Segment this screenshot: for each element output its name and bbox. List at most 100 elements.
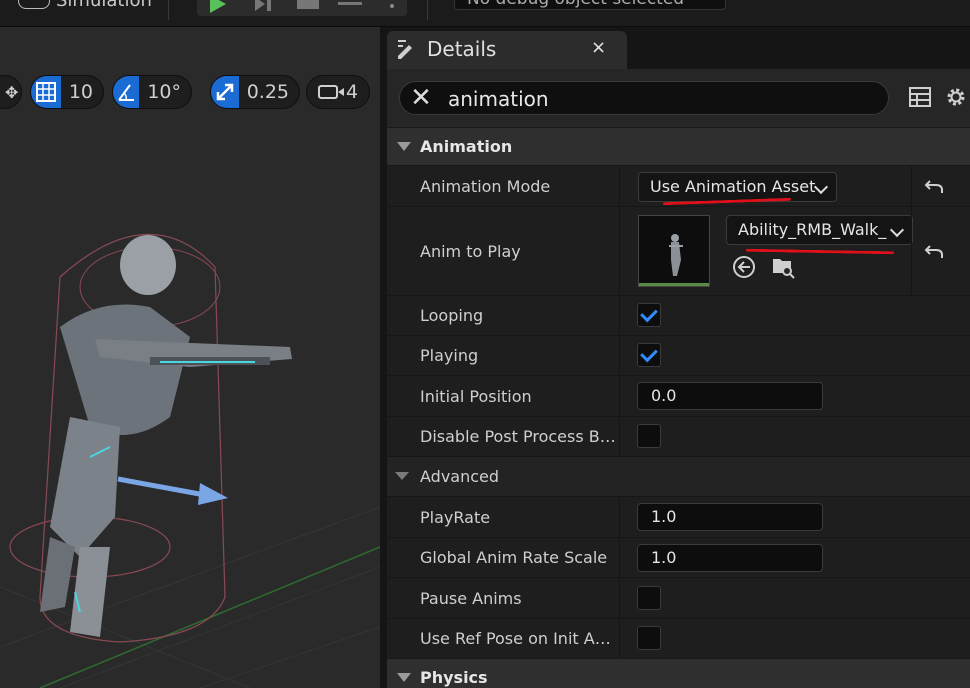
dropdown-value: Use Animation Asset xyxy=(650,177,816,196)
details-tab[interactable]: Details × xyxy=(387,31,627,69)
clear-search-icon[interactable]: ✕ xyxy=(408,84,434,112)
property-row-initial-position: Initial Position 0.0 xyxy=(387,375,970,416)
play-rate-field[interactable]: 1.0 xyxy=(637,503,823,531)
property-row-anim-to-play: Anim to Play Ability_RMB_Walk_ xyxy=(387,206,970,295)
category-advanced[interactable]: Advanced xyxy=(387,456,970,496)
close-icon[interactable]: × xyxy=(591,37,606,58)
animation-thumbnail[interactable] xyxy=(638,215,710,287)
column-divider xyxy=(911,166,912,206)
table-view-icon[interactable] xyxy=(909,87,931,107)
property-label: Initial Position xyxy=(420,387,532,406)
camera-speed-button[interactable]: 4 xyxy=(306,75,370,109)
category-animation[interactable]: Animation xyxy=(387,127,970,165)
grid-snap-value: 10 xyxy=(68,81,93,103)
property-row-disable-post-process: Disable Post Process Blue... xyxy=(387,416,970,456)
rotation-snap-button[interactable]: 10° xyxy=(112,75,192,109)
viewport[interactable]: ✥ 10 10° 0.25 4 xyxy=(0,27,380,688)
property-row-global-anim-rate-scale: Global Anim Rate Scale 1.0 xyxy=(387,537,970,577)
scale-icon xyxy=(211,76,239,108)
column-divider xyxy=(619,538,620,577)
column-divider xyxy=(911,207,912,295)
property-row-animation-mode: Animation Mode Use Animation Asset xyxy=(387,165,970,206)
red-annotation-underline xyxy=(745,248,895,255)
play-icon[interactable] xyxy=(210,0,226,13)
details-panel: ✕ Animation Animation Mode Use Animation… xyxy=(387,69,970,688)
chevron-down-icon xyxy=(889,222,905,238)
category-physics[interactable]: Physics xyxy=(387,658,970,688)
column-divider xyxy=(619,207,620,295)
global-anim-rate-scale-field[interactable]: 1.0 xyxy=(637,544,823,572)
reset-to-default-icon[interactable] xyxy=(924,179,944,195)
toolbar-divider xyxy=(427,0,428,20)
property-row-play-rate: PlayRate 1.0 xyxy=(387,496,970,537)
scale-snap-value: 0.25 xyxy=(246,81,289,103)
category-label: Animation xyxy=(420,137,513,156)
column-divider xyxy=(619,619,620,658)
expand-triangle-icon xyxy=(397,673,411,682)
pause-anims-checkbox[interactable] xyxy=(637,586,661,610)
reset-to-default-icon[interactable] xyxy=(924,244,944,260)
grid-icon xyxy=(31,76,61,108)
simulation-icon xyxy=(18,0,50,9)
property-label: Looping xyxy=(420,306,484,325)
toolbar-divider xyxy=(168,0,169,20)
column-divider xyxy=(619,578,620,618)
character-preview xyxy=(9,233,292,643)
initial-position-field[interactable]: 0.0 xyxy=(637,382,823,410)
property-row-pause-anims: Pause Anims xyxy=(387,577,970,618)
character-thumbnail-image xyxy=(669,234,683,276)
scale-snap-button[interactable]: 0.25 xyxy=(210,75,300,109)
category-label: Physics xyxy=(420,668,488,687)
playing-checkbox[interactable] xyxy=(637,343,661,367)
simulation-label: Simulation xyxy=(56,0,152,11)
angle-icon xyxy=(113,76,140,108)
use-selected-asset-icon[interactable] xyxy=(732,255,756,279)
property-label: Pause Anims xyxy=(420,589,522,608)
category-label: Advanced xyxy=(420,467,500,486)
column-divider xyxy=(619,417,620,456)
property-label: Disable Post Process Blue... xyxy=(420,427,618,446)
column-divider xyxy=(619,376,620,416)
step-frame-icon[interactable] xyxy=(255,0,277,11)
disable-post-process-checkbox[interactable] xyxy=(637,424,661,448)
column-divider xyxy=(619,296,620,335)
animation-mode-dropdown[interactable]: Use Animation Asset xyxy=(638,172,837,202)
gear-icon[interactable] xyxy=(944,85,968,109)
camera-icon xyxy=(317,85,344,99)
expand-triangle-icon xyxy=(395,472,409,480)
property-label: Anim to Play xyxy=(420,242,521,261)
property-label: PlayRate xyxy=(420,508,491,527)
top-toolbar: Simulation No debug object selected xyxy=(0,0,970,27)
column-divider xyxy=(619,166,620,206)
stop-icon[interactable] xyxy=(297,0,319,9)
eject-icon[interactable] xyxy=(338,2,362,5)
browse-asset-icon[interactable] xyxy=(771,255,795,279)
simulation-mode-button[interactable]: Simulation xyxy=(18,0,152,11)
grid-snap-button[interactable]: 10 xyxy=(30,75,104,109)
chevron-down-icon xyxy=(813,179,829,195)
property-label: Playing xyxy=(420,346,479,365)
column-divider xyxy=(619,497,620,537)
debug-object-dropdown[interactable]: No debug object selected xyxy=(454,0,726,10)
details-title: Details xyxy=(427,37,497,61)
property-label: Global Anim Rate Scale xyxy=(420,548,608,567)
property-row-playing: Playing xyxy=(387,335,970,375)
anim-asset-dropdown[interactable]: Ability_RMB_Walk_ xyxy=(726,215,913,245)
search-input[interactable] xyxy=(446,85,870,113)
expand-triangle-icon xyxy=(397,142,411,151)
rotation-snap-value: 10° xyxy=(147,81,181,103)
pencil-icon xyxy=(398,40,412,59)
more-options-icon[interactable] xyxy=(390,4,394,8)
dropdown-value: Ability_RMB_Walk_ xyxy=(738,220,887,239)
column-divider xyxy=(619,336,620,375)
use-ref-pose-checkbox[interactable] xyxy=(637,626,661,650)
camera-speed-value: 4 xyxy=(345,81,359,103)
search-box: ✕ xyxy=(399,81,889,115)
property-row-use-ref-pose: Use Ref Pose on Init Anim xyxy=(387,618,970,658)
property-label: Use Ref Pose on Init Anim xyxy=(420,629,618,648)
looping-checkbox[interactable] xyxy=(637,303,661,327)
property-row-looping: Looping xyxy=(387,295,970,335)
move-icon: ✥ xyxy=(5,82,19,102)
thumbnail-type-bar xyxy=(639,283,709,286)
property-label: Animation Mode xyxy=(420,177,551,196)
